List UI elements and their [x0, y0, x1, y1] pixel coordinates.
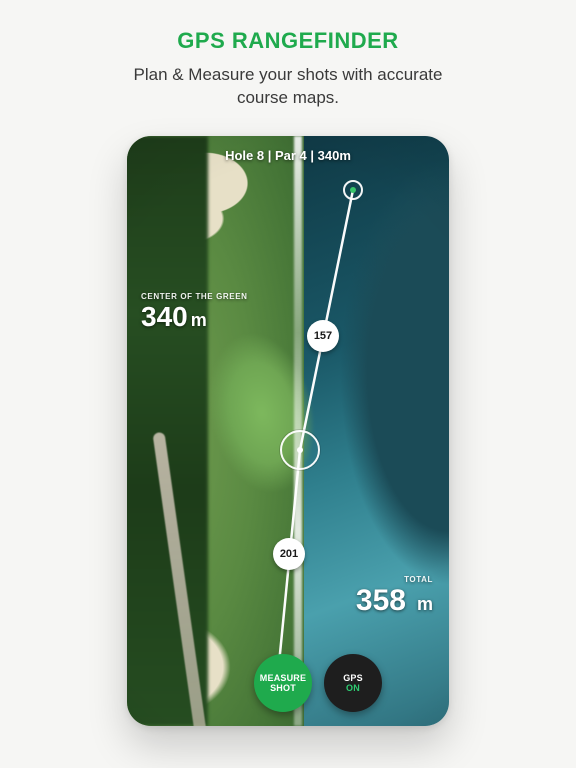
page-subtitle: Plan & Measure your shots with accurate … — [134, 64, 443, 110]
subtitle-line-2: course maps. — [237, 88, 339, 107]
pin-target-icon[interactable] — [343, 180, 363, 200]
shot-lines — [127, 136, 449, 726]
distance-marker-back[interactable]: 201 — [273, 538, 305, 570]
subtitle-line-1: Plan & Measure your shots with accurate — [134, 65, 443, 84]
aim-point-handle[interactable] — [280, 430, 320, 470]
measure-shot-button[interactable]: MEASURE SHOT — [254, 654, 312, 712]
device-frame: Hole 8 | Par 4 | 340m CENTER OF THE GREE… — [127, 136, 449, 726]
distance-marker-front[interactable]: 157 — [307, 320, 339, 352]
bottom-buttons: MEASURE SHOT GPS ON — [127, 654, 449, 712]
gps-toggle-button[interactable]: GPS ON — [324, 654, 382, 712]
page-title: GPS RANGEFINDER — [177, 28, 398, 54]
